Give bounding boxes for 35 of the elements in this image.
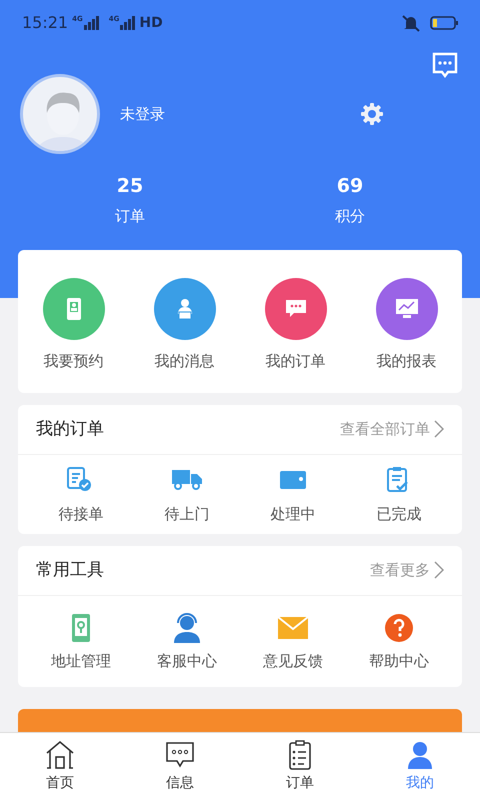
tab[interactable]: 订单 — [250, 733, 350, 800]
item-label[interactable]: 帮助中心 — [369, 650, 429, 672]
hd-indicator: HD — [139, 14, 163, 32]
item-label[interactable]: 意见反馈 — [263, 650, 323, 672]
status-time: 15:21 — [22, 12, 68, 34]
stat-label: 订单 — [115, 206, 145, 226]
section-title: 我的订单 — [36, 418, 104, 440]
help-icon — [383, 612, 415, 644]
chevron-right-icon — [434, 561, 444, 580]
section-title: 常用工具 — [36, 558, 104, 582]
chevron-right-icon — [434, 420, 444, 438]
item-label[interactable]: 客服中心 — [157, 650, 217, 672]
shortcut-label[interactable]: 我的消息 — [154, 350, 214, 372]
item-label[interactable]: 地址管理 — [51, 650, 111, 672]
stat-value: 25 — [116, 174, 144, 199]
login-button[interactable] — [18, 708, 462, 732]
username[interactable]: 未登录 — [120, 102, 360, 126]
item-label[interactable]: 已完成 — [376, 503, 422, 526]
item-label[interactable]: 待接单 — [58, 503, 104, 526]
home-icon — [44, 739, 76, 771]
headset-person-icon — [171, 612, 203, 644]
item-label[interactable]: 处理中 — [270, 503, 316, 526]
mute-icon — [400, 14, 422, 32]
shortcut-label[interactable]: 我的订单 — [266, 350, 326, 372]
battery-icon — [430, 16, 458, 30]
stat-value: 69 — [336, 174, 364, 199]
tab[interactable]: 首页 — [10, 733, 110, 800]
tab[interactable]: 信息 — [130, 733, 230, 800]
shortcut-label[interactable]: 我要预约 — [44, 350, 104, 372]
shortcut-label[interactable]: 我的报表 — [376, 350, 436, 372]
settings-icon[interactable] — [360, 102, 384, 126]
tab[interactable]: 我的 — [370, 733, 470, 800]
stat-label: 积分 — [335, 206, 365, 226]
item-label[interactable]: 待上门 — [164, 503, 210, 526]
message-icon[interactable] — [432, 52, 458, 80]
